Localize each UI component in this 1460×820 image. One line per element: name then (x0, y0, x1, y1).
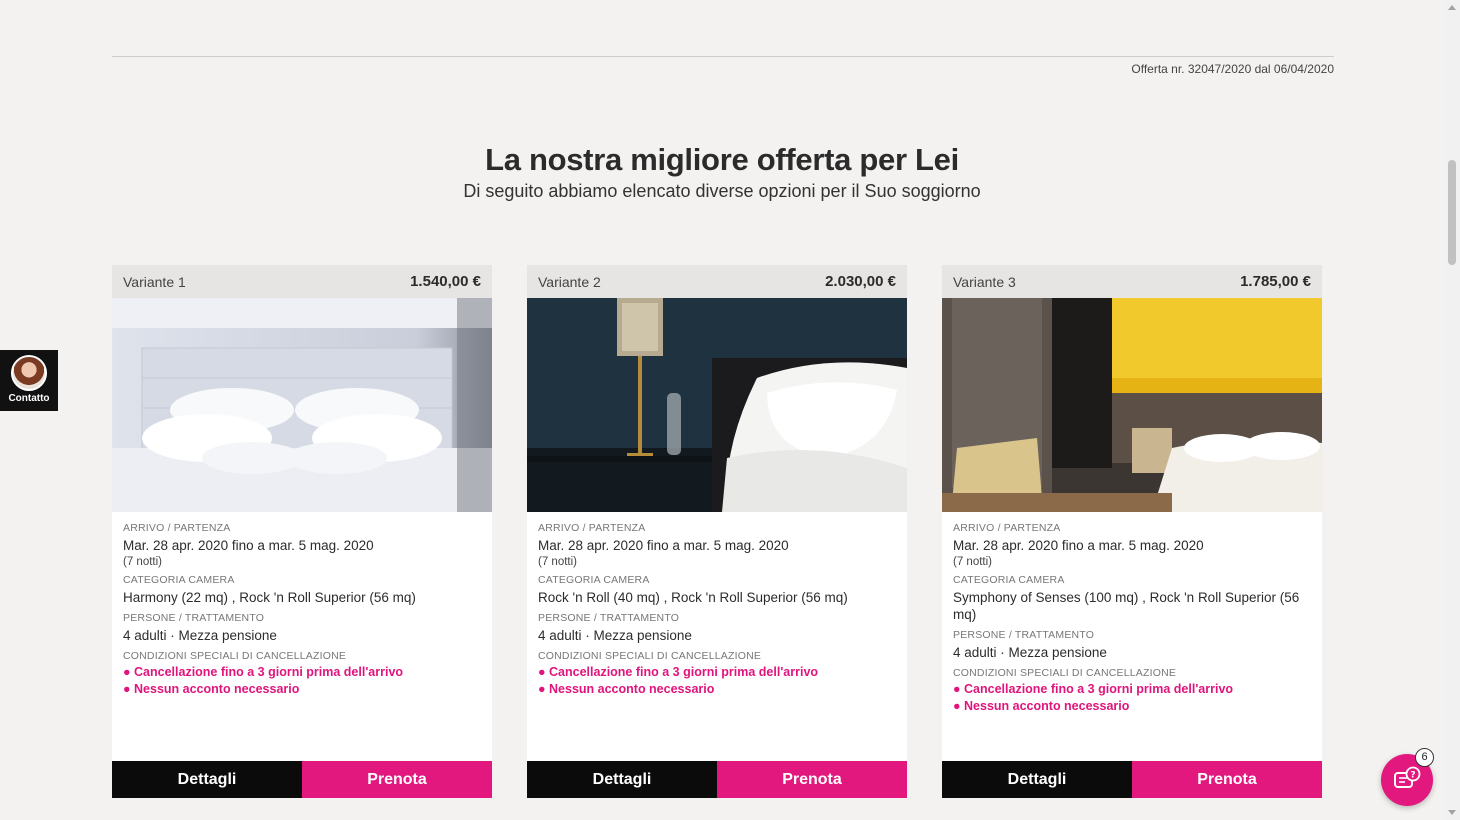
page-subtitle: Di seguito abbiamo elencato diverse opzi… (463, 181, 981, 201)
arrival-dates: Mar. 28 apr. 2020 fino a mar. 5 mag. 202… (123, 538, 374, 553)
avatar (11, 355, 47, 391)
room-category: Rock 'n Roll (40 mq) , Rock 'n Roll Supe… (538, 590, 848, 605)
room-category: Symphony of Senses (100 mq) , Rock 'n Ro… (953, 590, 1300, 622)
variant-card-1: Variante 1 1.540,00 € ARRIVO / PARTENZA … (112, 265, 492, 798)
room-category: Harmony (22 mq) , Rock 'n Roll Superior … (123, 590, 416, 605)
deposit-condition: ● Nessun acconto necessario (953, 699, 1130, 713)
nights: (7 notti) (123, 556, 162, 568)
room-category-label: CATEGORIA CAMERA (538, 574, 650, 586)
variant-card-header: Variante 3 1.785,00 € (942, 265, 1322, 298)
arrival-label: ARRIVO / PARTENZA (123, 522, 231, 534)
variant-price: 1.540,00 € (410, 273, 481, 290)
room-photo[interactable] (527, 298, 907, 512)
cancellation-label: CONDIZIONI SPECIALI DI CANCELLAZIONE (953, 667, 1177, 679)
details-button[interactable]: Dettagli (527, 761, 717, 798)
variant-card-3: Variante 3 1.785,00 € ARRIVO / PARTENZA … (942, 265, 1322, 798)
deposit-condition: ● Nessun acconto necessario (538, 682, 715, 696)
persons-board: 4 adulti · Mezza pensione (538, 628, 692, 643)
scroll-up-arrow-icon[interactable] (1448, 5, 1456, 10)
cancellation-condition: ● Cancellazione fino a 3 giorni prima de… (123, 665, 404, 679)
room-category-label: CATEGORIA CAMERA (123, 574, 235, 586)
top-divider (112, 56, 1334, 57)
book-button[interactable]: Prenota (302, 761, 492, 798)
contact-widget[interactable]: Contatto (0, 350, 58, 411)
persons-label: PERSONE / TRATTAMENTO (538, 612, 680, 624)
book-button[interactable]: Prenota (717, 761, 907, 798)
persons-board: 4 adulti · Mezza pensione (953, 645, 1107, 660)
scroll-thumb[interactable] (1448, 160, 1456, 265)
cancellation-label: CONDIZIONI SPECIALI DI CANCELLAZIONE (123, 650, 347, 662)
variant-name: Variante 2 (538, 273, 601, 290)
variant-card-header: Variante 2 2.030,00 € (527, 265, 907, 298)
nights: (7 notti) (538, 556, 577, 568)
page-scrollbar[interactable] (1444, 0, 1460, 820)
arrival-dates: Mar. 28 apr. 2020 fino a mar. 5 mag. 202… (538, 538, 789, 553)
arrival-dates: Mar. 28 apr. 2020 fino a mar. 5 mag. 202… (953, 538, 1204, 553)
cancellation-condition: ● Cancellazione fino a 3 giorni prima de… (538, 665, 819, 679)
room-category-label: CATEGORIA CAMERA (953, 574, 1065, 586)
cancellation-label: CONDIZIONI SPECIALI DI CANCELLAZIONE (538, 650, 762, 662)
deposit-condition: ● Nessun acconto necessario (123, 682, 300, 696)
variant-card-2: Variante 2 2.030,00 € ARRIVO / PARTENZA … (527, 265, 907, 798)
chat-help-icon: ? (1394, 766, 1421, 788)
arrival-label: ARRIVO / PARTENZA (538, 522, 646, 534)
svg-text:?: ? (1410, 771, 1415, 781)
scroll-down-arrow-icon[interactable] (1448, 810, 1456, 815)
variant-price: 2.030,00 € (825, 273, 896, 290)
variant-name: Variante 3 (953, 273, 1016, 290)
persons-label: PERSONE / TRATTAMENTO (123, 612, 265, 624)
arrival-label: ARRIVO / PARTENZA (953, 522, 1061, 534)
persons-board: 4 adulti · Mezza pensione (123, 628, 277, 643)
variant-card-header: Variante 1 1.540,00 € (112, 265, 492, 298)
variant-name: Variante 1 (123, 273, 186, 290)
nights: (7 notti) (953, 556, 992, 568)
room-photo[interactable] (942, 298, 1322, 512)
room-photo[interactable] (112, 298, 492, 512)
details-button[interactable]: Dettagli (112, 761, 302, 798)
persons-label: PERSONE / TRATTAMENTO (953, 629, 1095, 641)
contact-label: Contatto (8, 393, 50, 404)
page-title: La nostra migliore offerta per Lei (485, 142, 959, 177)
cancellation-condition: ● Cancellazione fino a 3 giorni prima de… (953, 682, 1234, 696)
variant-price: 1.785,00 € (1240, 273, 1311, 290)
details-button[interactable]: Dettagli (942, 761, 1132, 798)
chat-badge-count: 6 (1415, 748, 1434, 767)
book-button[interactable]: Prenota (1132, 761, 1322, 798)
offer-number: Offerta nr. 32047/2020 dal 06/04/2020 (1131, 62, 1334, 76)
